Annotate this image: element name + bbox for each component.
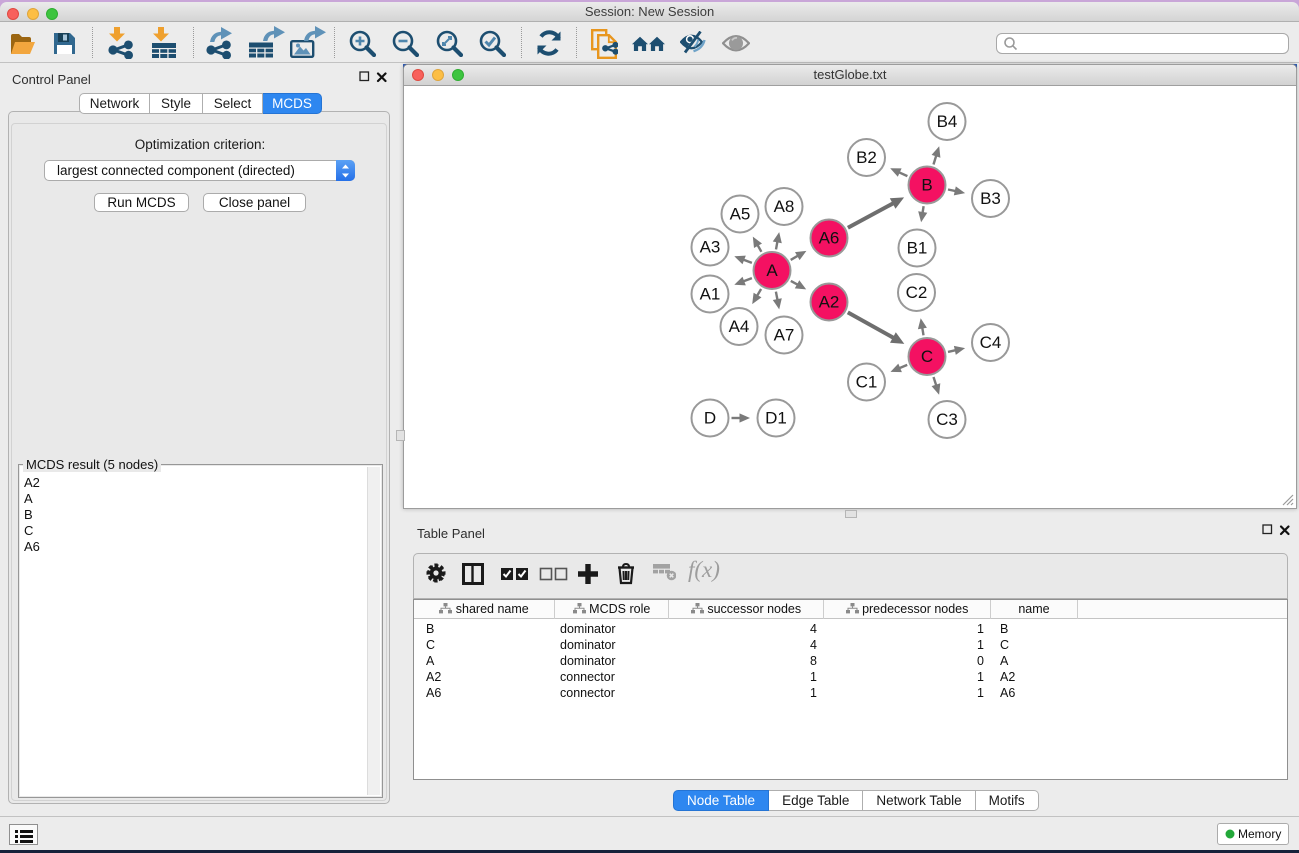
svg-text:A4: A4 [729,317,750,336]
svg-text:A1: A1 [700,285,721,304]
svg-text:B4: B4 [937,112,958,131]
svg-text:C: C [921,347,933,366]
svg-text:B2: B2 [856,148,877,167]
svg-text:A: A [766,261,778,280]
svg-text:A3: A3 [700,238,721,257]
svg-text:A6: A6 [819,229,840,248]
svg-text:D1: D1 [765,409,787,428]
svg-text:C4: C4 [980,333,1002,352]
svg-text:A7: A7 [774,326,795,345]
svg-text:B: B [921,176,932,195]
svg-text:D: D [704,409,716,428]
svg-text:C2: C2 [906,283,928,302]
svg-text:A5: A5 [730,205,751,224]
svg-text:B3: B3 [980,189,1001,208]
svg-text:C1: C1 [856,373,878,392]
svg-text:A2: A2 [819,293,840,312]
svg-text:C3: C3 [936,410,958,429]
svg-text:B1: B1 [907,239,928,258]
svg-text:A8: A8 [774,197,795,216]
